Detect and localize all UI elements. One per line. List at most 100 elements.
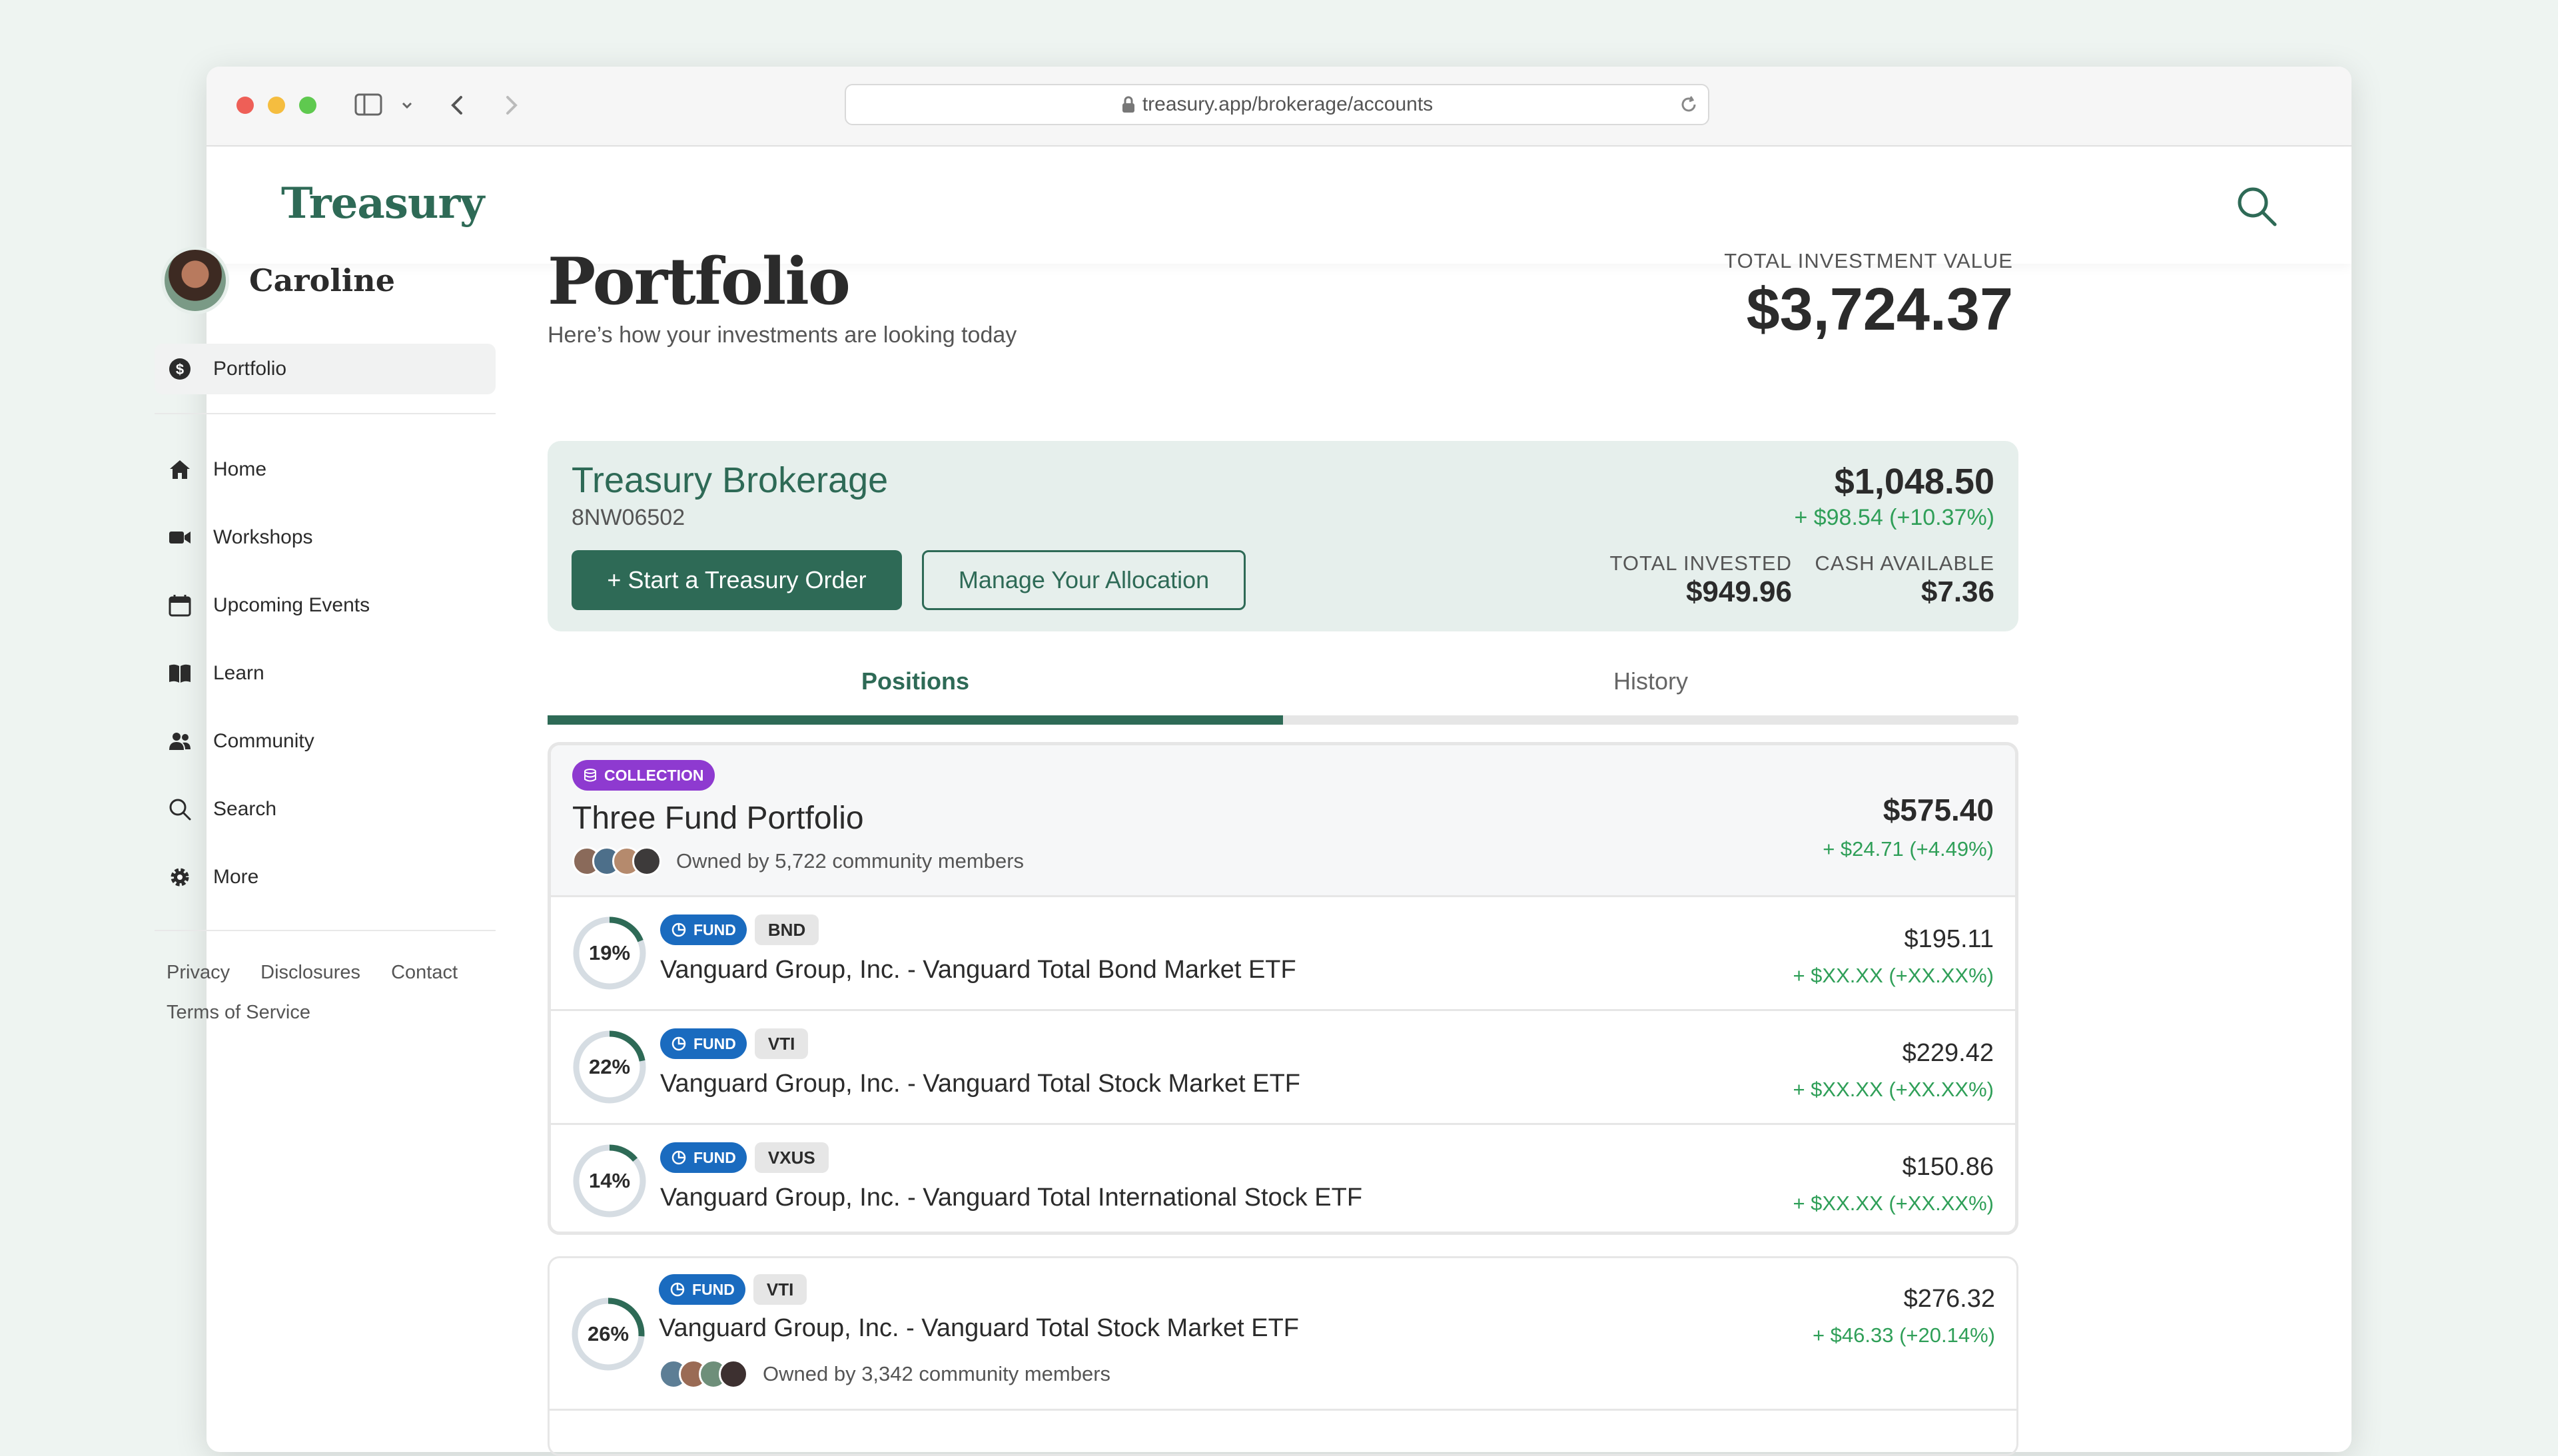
fund-badge-label: FUND bbox=[693, 920, 736, 938]
tab-positions[interactable]: Positions bbox=[548, 651, 1283, 711]
disclosures-link[interactable]: Disclosures bbox=[260, 962, 360, 983]
address-bar[interactable]: treasury.app/brokerage/accounts bbox=[845, 84, 1709, 125]
brokerage-value: $1,048.50 bbox=[1834, 462, 1994, 502]
position-badges: FUND BND bbox=[660, 914, 819, 945]
brokerage-name[interactable]: Treasury Brokerage bbox=[572, 460, 888, 501]
browser-toolbar: treasury.app/brokerage/accounts bbox=[207, 67, 2351, 147]
allocation-percent: 26% bbox=[587, 1322, 630, 1345]
positions-history-tabs: Positions History bbox=[548, 651, 2018, 731]
sidebar-item-home[interactable]: Home bbox=[155, 436, 496, 504]
gear-icon bbox=[171, 868, 189, 887]
brokerage-change: + $98.54 (+10.37%) bbox=[1794, 505, 1994, 530]
user-profile[interactable]: Caroline bbox=[155, 244, 496, 316]
allocation-percent: 22% bbox=[588, 1055, 631, 1078]
home-icon bbox=[170, 460, 190, 479]
sidebar-item-learn[interactable]: Learn bbox=[155, 639, 496, 707]
sidebar-item-workshops[interactable]: Workshops bbox=[155, 504, 496, 571]
position-row[interactable]: 19% FUND BND Vanguard Group, Inc. - Vang… bbox=[551, 897, 2015, 1011]
position-value: $150.86 bbox=[1902, 1153, 1994, 1181]
position-badges: FUND VTI bbox=[659, 1274, 807, 1305]
maximize-window-button[interactable] bbox=[299, 97, 316, 114]
fund-badge-label: FUND bbox=[693, 1148, 736, 1166]
position-value: $276.32 bbox=[1903, 1285, 1995, 1313]
app-logo[interactable]: Treasury bbox=[281, 179, 484, 228]
back-arrow-icon[interactable] bbox=[446, 93, 469, 117]
sidebar-item-search[interactable]: Search bbox=[155, 775, 496, 843]
allocation-percent: 19% bbox=[588, 941, 631, 964]
collection-owners: Owned by 5,722 community members bbox=[572, 844, 1024, 879]
sidebar-item-portfolio[interactable]: $ Portfolio bbox=[155, 344, 496, 394]
sidebar-item-community[interactable]: Community bbox=[155, 707, 496, 775]
pie-chart-icon bbox=[671, 922, 686, 937]
position-value: $195.11 bbox=[1904, 925, 1994, 953]
sidebar-toggle-icon[interactable] bbox=[354, 93, 382, 116]
brokerage-account-card: Treasury Brokerage 8NW06502 + Start a Tr… bbox=[548, 441, 2018, 631]
database-icon bbox=[584, 769, 596, 782]
chevron-down-icon[interactable] bbox=[400, 99, 414, 112]
owners-count: Owned by 3,342 community members bbox=[763, 1362, 1111, 1385]
position-change: + $46.33 (+20.14%) bbox=[1812, 1323, 1995, 1347]
search-icon[interactable] bbox=[2234, 184, 2278, 228]
collection-change: + $24.71 (+4.49%) bbox=[1823, 837, 1994, 861]
ticker-badge: VTI bbox=[754, 1028, 809, 1059]
tab-history[interactable]: History bbox=[1283, 651, 2018, 711]
close-window-button[interactable] bbox=[236, 97, 254, 114]
pie-chart-icon bbox=[671, 1036, 686, 1051]
minimize-window-button[interactable] bbox=[268, 97, 285, 114]
position-row[interactable]: 26% FUND VTI Vanguard Group, Inc. - Vang… bbox=[550, 1258, 2016, 1411]
ticker-badge: BND bbox=[754, 914, 819, 945]
total-invested-label: TOTAL INVESTED bbox=[1609, 551, 1792, 575]
cash-available-value: $7.36 bbox=[1920, 575, 1994, 608]
page-title: Portfolio bbox=[548, 244, 851, 319]
position-badges: FUND VTI bbox=[660, 1028, 809, 1059]
calendar-icon bbox=[169, 595, 191, 617]
collection-value: $575.40 bbox=[1883, 793, 1994, 827]
contact-link[interactable]: Contact bbox=[391, 962, 458, 983]
position-change: + $XX.XX (+XX.XX%) bbox=[1793, 1192, 1994, 1215]
dollar-icon: $ bbox=[169, 358, 191, 380]
sidebar-item-label: Learn bbox=[213, 662, 264, 684]
search-icon bbox=[169, 799, 191, 821]
position-name: Vanguard Group, Inc. - Vanguard Total In… bbox=[660, 1184, 1363, 1212]
position-row[interactable]: 22% FUND VTI Vanguard Group, Inc. - Vang… bbox=[551, 1011, 2015, 1125]
position-owners: Owned by 3,342 community members bbox=[659, 1357, 1110, 1391]
app-header: Treasury bbox=[207, 147, 2351, 264]
privacy-link[interactable]: Privacy bbox=[167, 962, 230, 983]
fund-badge-label: FUND bbox=[692, 1280, 735, 1298]
position-change: + $XX.XX (+XX.XX%) bbox=[1793, 1078, 1994, 1101]
forward-arrow-icon[interactable] bbox=[500, 93, 522, 117]
position-name: Vanguard Group, Inc. - Vanguard Total Bo… bbox=[660, 956, 1296, 984]
sidebar-item-label: More bbox=[213, 866, 259, 888]
user-name: Caroline bbox=[249, 262, 395, 298]
collection-badge: COLLECTION bbox=[572, 760, 715, 791]
pie-chart-icon bbox=[670, 1282, 685, 1297]
position-name: Vanguard Group, Inc. - Vanguard Total St… bbox=[659, 1314, 1300, 1342]
owners-count: Owned by 5,722 community members bbox=[676, 849, 1025, 873]
position-row[interactable]: 14% FUND VXUS Vanguard Group, Inc. - Van… bbox=[551, 1125, 2015, 1232]
position-name: Vanguard Group, Inc. - Vanguard Total St… bbox=[660, 1070, 1301, 1098]
position-value: $229.42 bbox=[1902, 1039, 1994, 1067]
allocation-percent: 14% bbox=[588, 1169, 631, 1192]
member-avatar bbox=[719, 1359, 748, 1389]
fund-badge: FUND bbox=[660, 1028, 747, 1059]
ticker-badge: VTI bbox=[753, 1274, 807, 1305]
footer-links: Privacy Disclosures Contact Terms of Ser… bbox=[155, 952, 496, 1032]
avatar[interactable] bbox=[161, 246, 229, 314]
sidebar-item-more[interactable]: More bbox=[155, 843, 496, 911]
total-invested-value: $949.96 bbox=[1685, 575, 1792, 608]
terms-of-service-link[interactable]: Terms of Service bbox=[167, 1002, 310, 1023]
manage-allocation-button[interactable]: Manage Your Allocation bbox=[922, 550, 1246, 610]
fund-badge-label: FUND bbox=[693, 1034, 736, 1052]
fund-badge: FUND bbox=[660, 914, 747, 945]
page-subtitle: Here’s how your investments are looking … bbox=[548, 322, 1017, 348]
collection-header[interactable]: COLLECTION Three Fund Portfolio Owned by… bbox=[551, 745, 2015, 897]
position-card: 26% FUND VTI Vanguard Group, Inc. - Vang… bbox=[548, 1256, 2018, 1456]
position-badges: FUND VXUS bbox=[660, 1142, 829, 1173]
nav-divider bbox=[155, 930, 496, 931]
sidebar-item-upcoming-events[interactable]: Upcoming Events bbox=[155, 571, 496, 639]
start-order-button[interactable]: + Start a Treasury Order bbox=[572, 550, 902, 610]
svg-text:$: $ bbox=[176, 361, 184, 378]
collection-badge-label: COLLECTION bbox=[604, 766, 704, 784]
cash-available-label: CASH AVAILABLE bbox=[1815, 551, 1994, 575]
reload-icon[interactable] bbox=[1679, 95, 1699, 115]
